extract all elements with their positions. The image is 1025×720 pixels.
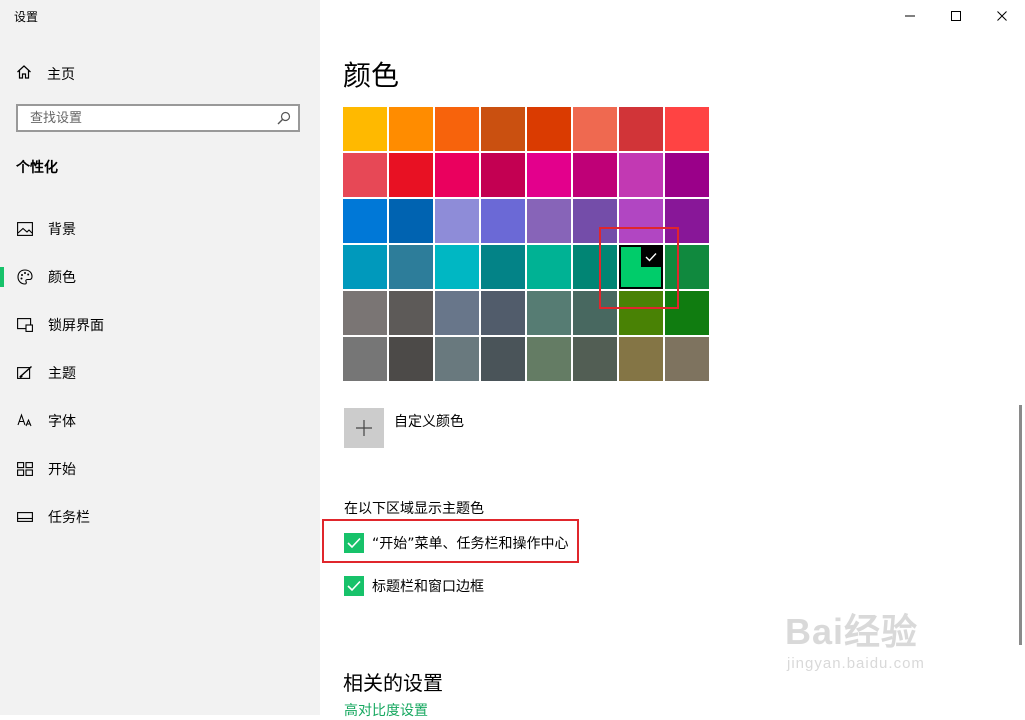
sidebar-item-fonts[interactable]: 字体 (0, 397, 320, 445)
color-swatch[interactable] (389, 153, 433, 197)
search-icon[interactable] (276, 110, 292, 126)
color-swatch[interactable] (527, 291, 571, 335)
sidebar-item-start[interactable]: 开始 (0, 445, 320, 493)
color-swatch[interactable] (435, 337, 479, 381)
sidebar-item-label: 任务栏 (48, 510, 90, 526)
sidebar-item-lock-screen[interactable]: 锁屏界面 (0, 301, 320, 349)
checkbox-label: 标题栏和窗口边框 (372, 579, 484, 595)
baidu-watermark: Bai经验 jingyan.baidu.com (785, 603, 925, 672)
search-input[interactable] (28, 109, 276, 127)
plus-icon[interactable] (344, 408, 384, 448)
sidebar-item-label: 锁屏界面 (48, 318, 104, 334)
scrollbar[interactable] (1019, 405, 1022, 645)
checkbox-check-icon[interactable] (344, 576, 364, 596)
color-swatch[interactable] (481, 291, 525, 335)
picture-icon (16, 220, 34, 238)
color-swatch[interactable] (527, 245, 571, 289)
color-swatch[interactable] (573, 337, 617, 381)
color-swatch[interactable] (389, 199, 433, 243)
home-nav-item[interactable]: 主页 (16, 62, 75, 86)
color-swatch[interactable] (389, 291, 433, 335)
search-box[interactable] (16, 104, 300, 132)
sidebar-item-label: 开始 (48, 462, 76, 478)
color-swatch[interactable] (481, 245, 525, 289)
color-swatch[interactable] (481, 199, 525, 243)
title-bar-borders-checkbox[interactable]: 标题栏和窗口边框 (344, 576, 484, 596)
color-swatch[interactable] (343, 107, 387, 151)
custom-color-button[interactable]: 自定义颜色 (344, 408, 464, 448)
color-swatch[interactable] (527, 337, 571, 381)
color-swatch[interactable] (527, 107, 571, 151)
minimize-button[interactable] (887, 0, 933, 32)
color-swatch[interactable] (481, 107, 525, 151)
color-swatch[interactable] (343, 337, 387, 381)
watermark-url: jingyan.baidu.com (787, 655, 925, 672)
related-settings-title: 相关的设置 (343, 671, 443, 695)
color-swatch[interactable] (389, 245, 433, 289)
color-swatch[interactable] (619, 153, 663, 197)
theme-brush-icon (16, 364, 34, 382)
color-swatch[interactable] (343, 153, 387, 197)
color-swatch[interactable] (435, 107, 479, 151)
sidebar: 设置 主页 个性化 背景 颜色 锁屏界面 (0, 0, 320, 715)
color-swatch[interactable] (619, 337, 663, 381)
color-swatch[interactable] (665, 107, 709, 151)
color-swatch[interactable] (481, 153, 525, 197)
color-swatch[interactable] (389, 337, 433, 381)
sidebar-nav: 背景 颜色 锁屏界面 主题 字体 开始 任务栏 (0, 205, 320, 541)
taskbar-icon (16, 508, 34, 526)
minimize-icon (904, 7, 916, 26)
color-swatch[interactable] (343, 199, 387, 243)
page-title: 颜色 (343, 59, 400, 92)
checkbox-highlight-box (322, 519, 579, 563)
color-swatch[interactable] (573, 153, 617, 197)
sidebar-item-label: 主题 (48, 366, 76, 382)
maximize-icon (950, 7, 962, 26)
color-swatch[interactable] (665, 153, 709, 197)
color-swatch[interactable] (389, 107, 433, 151)
home-label: 主页 (47, 67, 75, 83)
close-button[interactable] (979, 0, 1025, 32)
color-swatch[interactable] (573, 107, 617, 151)
sidebar-item-background[interactable]: 背景 (0, 205, 320, 253)
color-swatch[interactable] (435, 245, 479, 289)
color-swatch[interactable] (435, 199, 479, 243)
font-icon (16, 412, 34, 430)
close-icon (996, 7, 1008, 26)
color-swatch[interactable] (435, 153, 479, 197)
sidebar-item-label: 颜色 (48, 270, 76, 286)
custom-color-label: 自定义颜色 (394, 414, 464, 430)
selection-highlight-box (599, 227, 679, 309)
sidebar-item-label: 字体 (48, 414, 76, 430)
home-icon (16, 64, 32, 84)
lock-screen-icon (16, 316, 34, 334)
color-swatch[interactable] (481, 337, 525, 381)
sidebar-item-label: 背景 (48, 222, 76, 238)
app-title: 设置 (14, 10, 39, 24)
color-swatch[interactable] (527, 199, 571, 243)
palette-icon (16, 268, 34, 286)
color-swatch[interactable] (619, 107, 663, 151)
sidebar-item-taskbar[interactable]: 任务栏 (0, 493, 320, 541)
color-swatch[interactable] (343, 291, 387, 335)
color-swatch[interactable] (343, 245, 387, 289)
watermark-logo-text: Bai经验 (785, 611, 919, 652)
accent-surfaces-heading: 在以下区域显示主题色 (344, 501, 484, 517)
sidebar-item-colors[interactable]: 颜色 (0, 253, 320, 301)
color-swatch[interactable] (665, 337, 709, 381)
start-icon (16, 460, 34, 478)
color-swatch[interactable] (435, 291, 479, 335)
maximize-button[interactable] (933, 0, 979, 32)
color-swatch[interactable] (527, 153, 571, 197)
sidebar-item-themes[interactable]: 主题 (0, 349, 320, 397)
section-title: 个性化 (16, 160, 58, 176)
high-contrast-settings-link[interactable]: 高对比度设置 (344, 700, 428, 720)
